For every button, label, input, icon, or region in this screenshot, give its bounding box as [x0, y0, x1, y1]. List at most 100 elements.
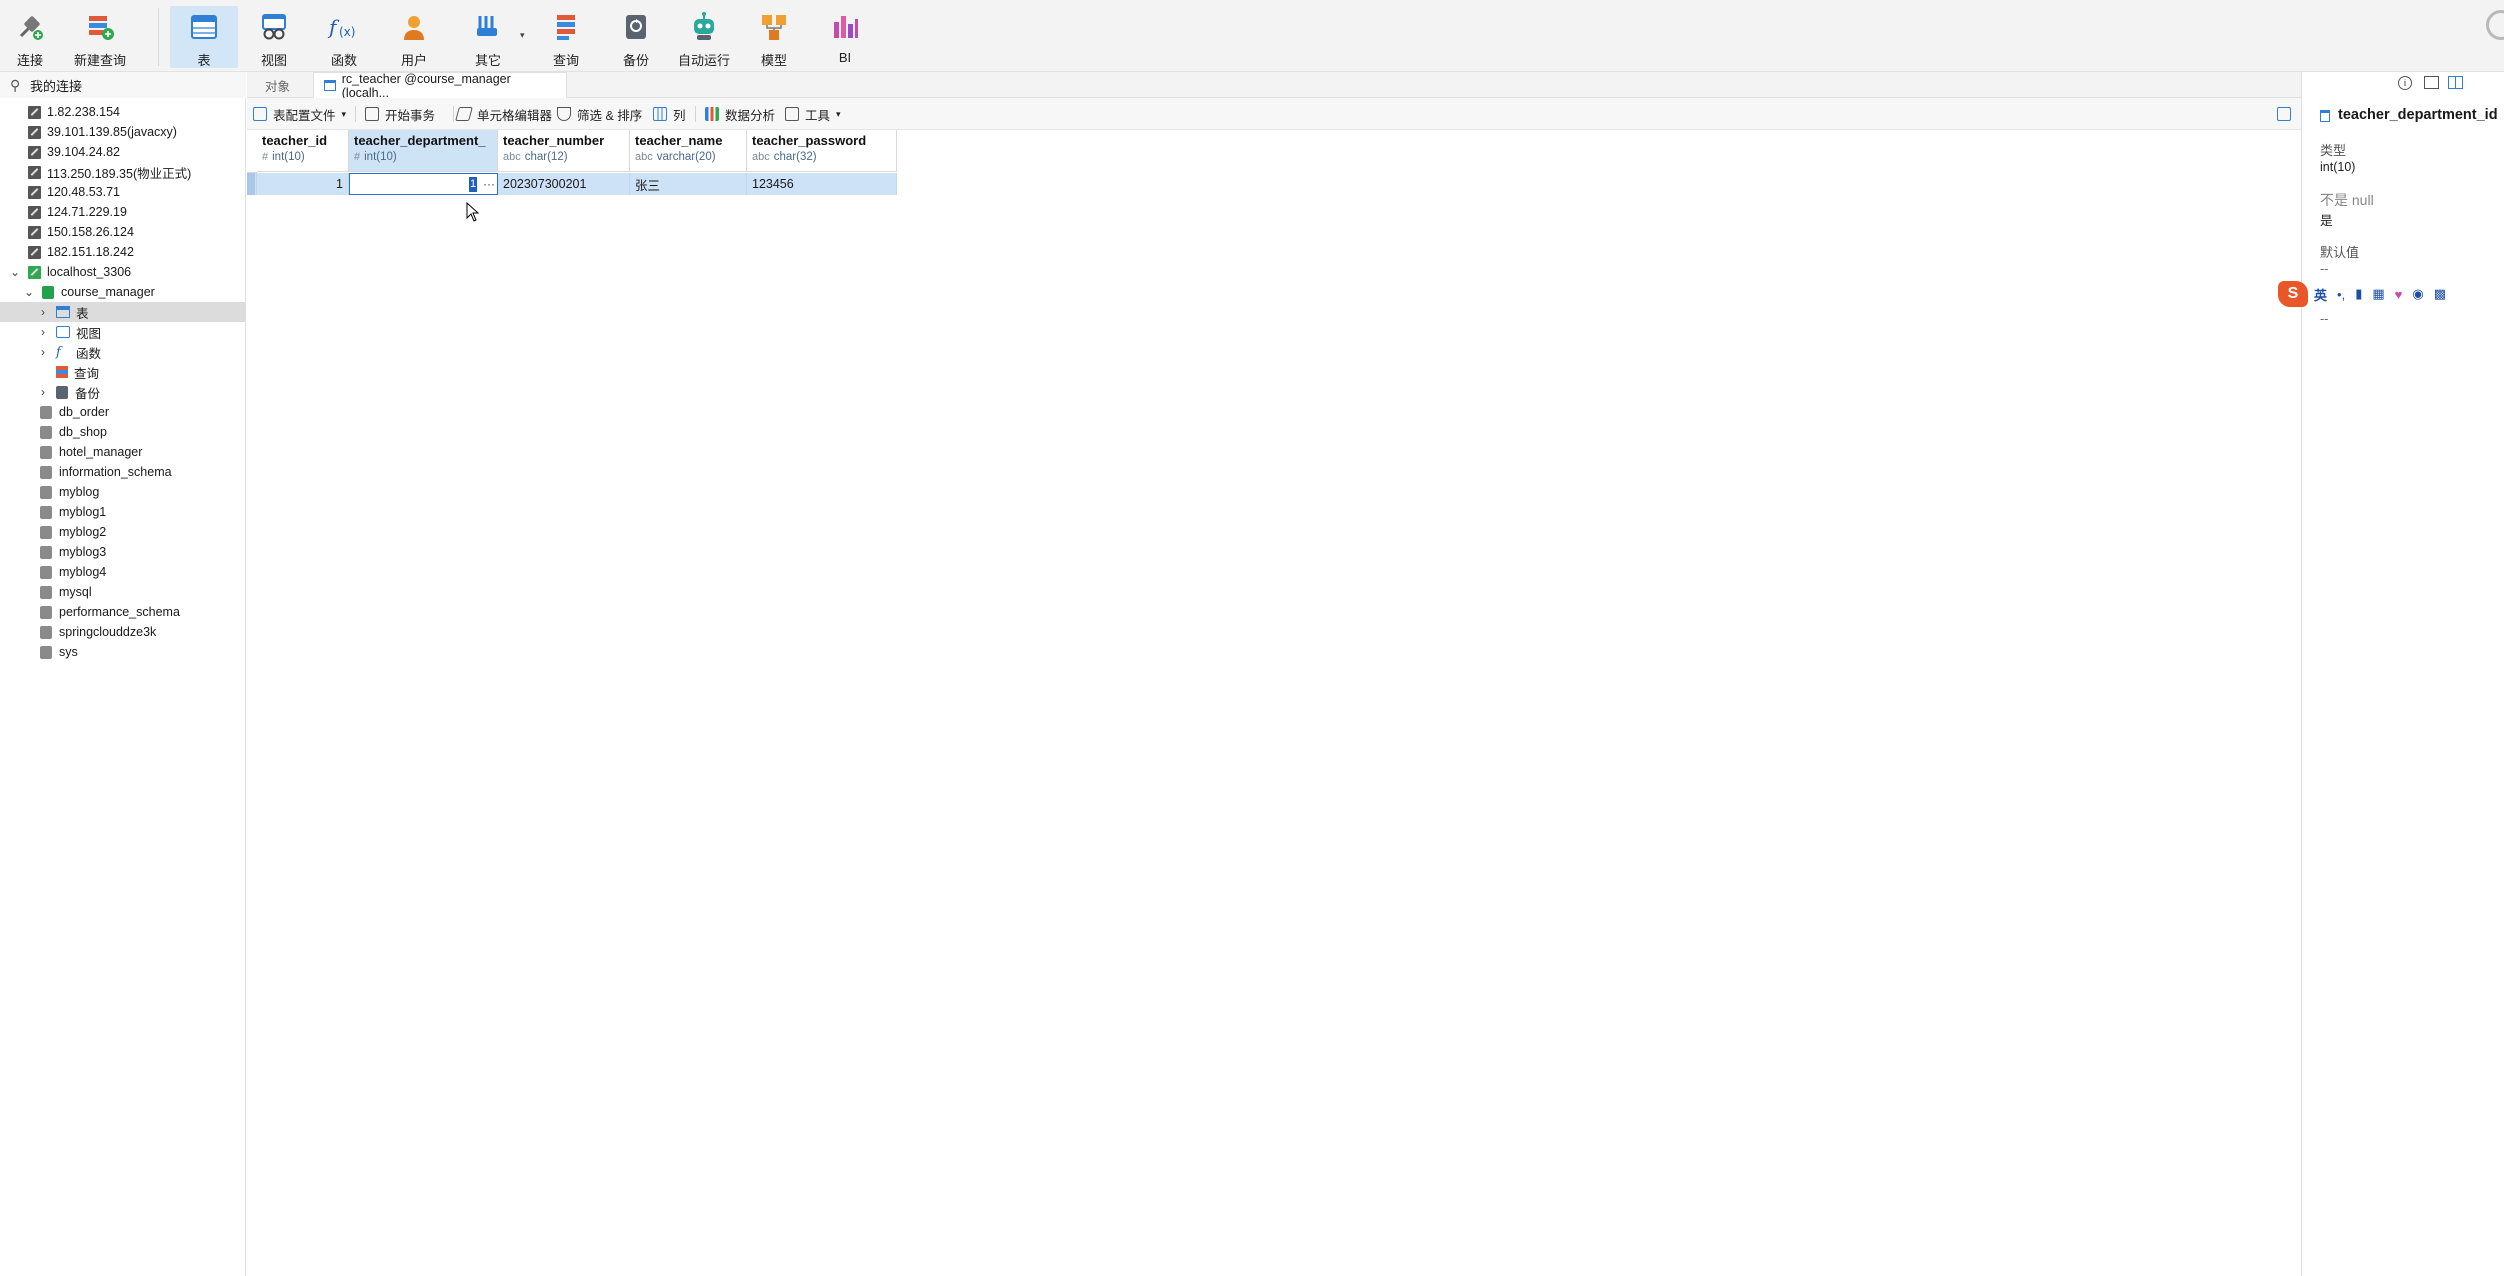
- database-item[interactable]: myblog3: [0, 542, 245, 562]
- tree-item-backups[interactable]: › 备份: [0, 382, 245, 402]
- fullscreen-icon[interactable]: [2277, 107, 2291, 121]
- database-item[interactable]: hotel_manager: [0, 442, 245, 462]
- sogou-logo-icon[interactable]: S: [2278, 281, 2308, 307]
- ellipsis-icon[interactable]: ···: [483, 177, 495, 191]
- connection-item[interactable]: 124.71.229.19: [0, 202, 245, 222]
- chevron-down-icon[interactable]: ⌄: [22, 285, 36, 299]
- chevron-right-icon[interactable]: ›: [36, 385, 50, 399]
- tree-item-views[interactable]: › 视图: [0, 322, 245, 342]
- connection-item[interactable]: 39.101.139.85(javacxy): [0, 122, 245, 142]
- database-item[interactable]: myblog2: [0, 522, 245, 542]
- connection-item[interactable]: 113.250.189.35(物业正式): [0, 162, 245, 182]
- begin-transaction-button[interactable]: 开始事务: [365, 105, 435, 123]
- connection-item[interactable]: 1.82.238.154: [0, 102, 245, 122]
- cell-edit-input[interactable]: 1: [469, 176, 477, 192]
- database-item[interactable]: performance_schema: [0, 602, 245, 622]
- other-dropdown-caret[interactable]: ▾: [520, 30, 525, 41]
- database-item[interactable]: myblog4: [0, 562, 245, 582]
- table-button[interactable]: 表: [170, 6, 238, 68]
- ddl-icon[interactable]: [2424, 76, 2439, 89]
- tab-objects[interactable]: 对象: [255, 72, 300, 98]
- connection-item[interactable]: 39.104.24.82: [0, 142, 245, 162]
- new-query-button[interactable]: 新建查询: [72, 6, 128, 68]
- automation-button[interactable]: 自动运行: [678, 6, 730, 68]
- database-item[interactable]: myblog1: [0, 502, 245, 522]
- chevron-down-icon[interactable]: ⌄: [8, 265, 22, 279]
- filter-sort-button[interactable]: 筛选 & 排序: [557, 105, 642, 123]
- table-config-button[interactable]: 表配置文件 ▾: [253, 105, 346, 123]
- function-button[interactable]: f (x) 函数: [326, 6, 362, 68]
- connection-label: 120.48.53.71: [47, 185, 120, 199]
- tree-item-tables[interactable]: › 表: [0, 302, 245, 322]
- info-icon[interactable]: i: [2398, 76, 2412, 90]
- table-cell-teacher-password[interactable]: 123456: [747, 173, 897, 195]
- columns-button[interactable]: 列: [653, 105, 686, 123]
- column-header-teacher-password[interactable]: teacher_password a͏b͏c char(32): [747, 130, 897, 172]
- model-button[interactable]: 模型: [756, 6, 792, 68]
- chevron-right-icon[interactable]: ›: [36, 305, 50, 319]
- keyboard-icon[interactable]: ▦: [2372, 286, 2384, 302]
- connect-button[interactable]: 连接: [10, 6, 50, 68]
- row-selector[interactable]: [247, 173, 255, 195]
- connection-item[interactable]: 182.151.18.242: [0, 242, 245, 262]
- panel-layout-icon[interactable]: [2448, 76, 2463, 89]
- query-icon: [56, 366, 68, 378]
- cell-editor-button[interactable]: 单元格编辑器: [455, 105, 552, 123]
- apps-icon[interactable]: ▩: [2434, 286, 2446, 302]
- filter-sort-label: 筛选 & 排序: [577, 108, 643, 123]
- text-type-icon: a͏b͏c: [635, 151, 653, 163]
- table-cell-teacher-department-editing[interactable]: 1 ···: [349, 173, 498, 195]
- data-analysis-button[interactable]: 数据分析: [705, 105, 775, 123]
- new-query-icon: [83, 10, 117, 44]
- user-button[interactable]: 用户: [396, 6, 432, 68]
- account-avatar-icon[interactable]: [2486, 10, 2504, 40]
- chevron-right-icon[interactable]: ›: [36, 325, 50, 339]
- table-cell-teacher-id[interactable]: 1: [257, 173, 349, 195]
- ime-toolbar[interactable]: S 英 •, ▮ ▦ ♥ ◉ ▩: [2278, 280, 2504, 308]
- connection-item[interactable]: 150.158.26.124: [0, 222, 245, 242]
- connection-label: 150.158.26.124: [47, 225, 134, 239]
- database-item[interactable]: mysql: [0, 582, 245, 602]
- database-item-course-manager[interactable]: ⌄ course_manager: [0, 282, 245, 302]
- tree-item-queries[interactable]: 查询: [0, 362, 245, 382]
- skin-icon[interactable]: ♥: [2395, 287, 2403, 302]
- database-icon: [40, 505, 52, 519]
- ime-language-toggle[interactable]: 英: [2314, 285, 2327, 304]
- backup-button[interactable]: 备份: [618, 6, 654, 68]
- tree-item-functions[interactable]: › f 函数: [0, 342, 245, 362]
- database-item[interactable]: myblog: [0, 482, 245, 502]
- table-cell-teacher-number[interactable]: 202307300201: [498, 173, 630, 195]
- connection-label: 39.104.24.82: [47, 145, 120, 159]
- database-item[interactable]: sys: [0, 642, 245, 662]
- bi-button[interactable]: BI: [828, 6, 862, 68]
- column-header-teacher-id[interactable]: teacher_id # int(10): [257, 130, 349, 172]
- view-button[interactable]: 视图: [256, 6, 292, 68]
- chevron-right-icon[interactable]: ›: [36, 345, 50, 359]
- table-cell-teacher-name[interactable]: 张三: [630, 173, 747, 195]
- other-button[interactable]: 其它: [470, 6, 506, 68]
- connection-item[interactable]: 120.48.53.71: [0, 182, 245, 202]
- column-header-teacher-department[interactable]: teacher_department_ # int(10): [349, 130, 498, 172]
- not-null-value: 是: [2320, 214, 2333, 228]
- bi-label: BI: [838, 50, 852, 65]
- model-label: 模型: [760, 53, 787, 68]
- microphone-icon[interactable]: ▮: [2355, 286, 2362, 302]
- column-header-teacher-name[interactable]: teacher_name a͏b͏c varchar(20): [630, 130, 747, 172]
- gamepad-icon[interactable]: ◉: [2412, 286, 2423, 302]
- backup-icon: [56, 385, 68, 399]
- connection-item-localhost[interactable]: ⌄ localhost_3306: [0, 262, 245, 282]
- column-header-teacher-number[interactable]: teacher_number a͏b͏c char(12): [498, 130, 630, 172]
- cell-value: 202307300201: [503, 177, 587, 191]
- function-icon: f (x): [327, 10, 361, 44]
- database-item[interactable]: springclouddze3k: [0, 622, 245, 642]
- database-item[interactable]: information_schema: [0, 462, 245, 482]
- tab-rc-teacher[interactable]: rc_teacher @course_manager (localh...: [313, 72, 567, 100]
- tools-button[interactable]: 工具 ▾: [785, 105, 841, 123]
- punctuation-icon[interactable]: •,: [2337, 287, 2345, 302]
- database-item[interactable]: db_order: [0, 402, 245, 422]
- database-label: information_schema: [59, 465, 172, 479]
- database-item[interactable]: db_shop: [0, 422, 245, 442]
- database-label: mysql: [59, 585, 92, 599]
- query-button[interactable]: 查询: [548, 6, 584, 68]
- database-label: myblog: [59, 485, 100, 499]
